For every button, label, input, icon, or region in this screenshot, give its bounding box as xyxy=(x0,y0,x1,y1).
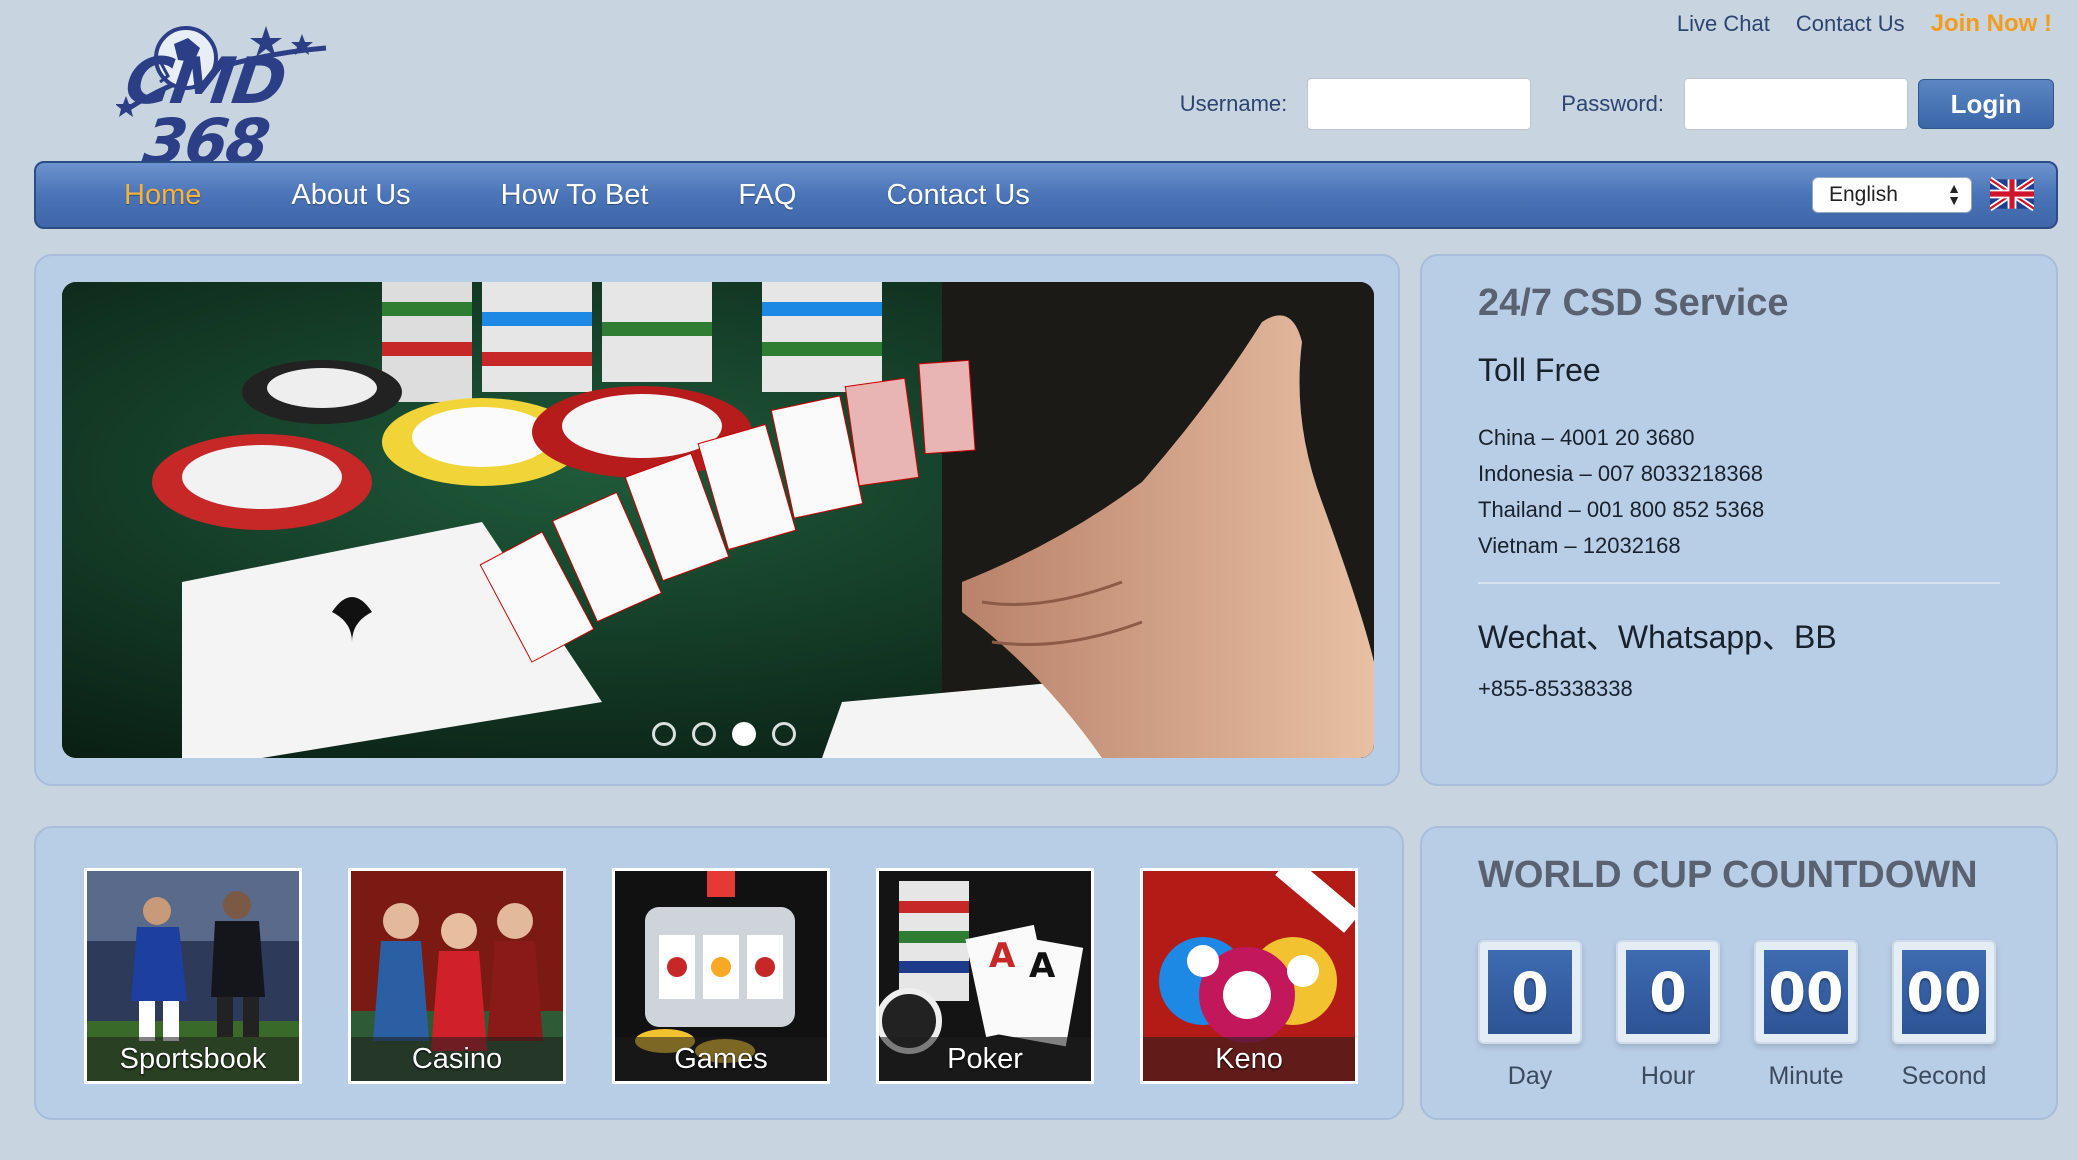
phone-vietnam: Vietnam – 12032168 xyxy=(1478,533,1681,558)
countdown-second-label: Second xyxy=(1901,1062,1987,1090)
countdown-second-value: 00 xyxy=(1902,950,1986,1034)
slider-dot[interactable] xyxy=(652,722,676,746)
logo-wordmark: CMD 368 xyxy=(121,45,289,178)
toll-free-heading: Toll Free xyxy=(1478,352,1601,388)
svg-text:A: A xyxy=(989,936,1016,976)
site-logo[interactable]: CMD 368 xyxy=(66,12,376,178)
countdown-day-label: Day xyxy=(1507,1062,1553,1090)
countdown-title: WORLD CUP COUNTDOWN xyxy=(1478,854,1978,896)
top-links: Live Chat Contact Us Join Now ! xyxy=(1677,10,2052,38)
language-select-value: English xyxy=(1829,183,1898,206)
login-form: Username: Password: Login xyxy=(1180,78,2054,130)
nav-item-contact-us[interactable]: Contact Us xyxy=(886,179,1029,212)
username-input[interactable] xyxy=(1307,78,1532,130)
contact-us-link[interactable]: Contact Us xyxy=(1796,11,1905,37)
service-title: 24/7 CSD Service xyxy=(1478,282,1789,324)
tile-casino[interactable]: Casino xyxy=(348,868,566,1084)
join-now-link[interactable]: Join Now ! xyxy=(1931,10,2052,38)
select-arrows-icon: ▲ ▼ xyxy=(1947,180,1961,208)
tile-label: Keno xyxy=(1143,1037,1355,1081)
world-cup-countdown-panel: WORLD CUP COUNTDOWN 0 Day 0 Hour 00 Minu… xyxy=(1420,826,2058,1120)
slider-dots xyxy=(652,722,796,746)
countdown-day: 0 Day xyxy=(1478,940,1582,1091)
messaging-phone: +855-85338338 xyxy=(1478,676,1633,701)
divider xyxy=(1478,582,2000,584)
casino-chips-cards-illustration xyxy=(62,282,1374,758)
login-button[interactable]: Login xyxy=(1918,79,2054,129)
customer-service-panel: 24/7 CSD Service Toll Free China – 4001 … xyxy=(1420,254,2058,786)
language-select[interactable]: English ▲ ▼ xyxy=(1812,177,1972,213)
password-label: Password: xyxy=(1561,91,1664,116)
countdown-minute-label: Minute xyxy=(1768,1062,1844,1090)
tile-keno[interactable]: Keno xyxy=(1140,868,1358,1084)
slider-dot[interactable] xyxy=(692,722,716,746)
tile-sportsbook[interactable]: Sportsbook xyxy=(84,868,302,1084)
casino-banner-image[interactable] xyxy=(62,282,1374,758)
main-nav: Home About Us How To Bet FAQ Contact Us … xyxy=(34,161,2058,229)
phone-thailand: Thailand – 001 800 852 5368 xyxy=(1478,497,1765,522)
slider-dot[interactable] xyxy=(772,722,796,746)
countdown-hour-value: 0 xyxy=(1626,950,1710,1034)
tile-label: Casino xyxy=(351,1037,563,1081)
phone-indonesia: Indonesia – 007 8033218368 xyxy=(1478,461,1764,486)
nav-item-home[interactable]: Home xyxy=(124,179,201,212)
uk-flag-icon[interactable] xyxy=(1990,177,2034,211)
slider-panel xyxy=(34,254,1400,786)
nav-item-how-to-bet[interactable]: How To Bet xyxy=(501,179,649,212)
slider-dot-active[interactable] xyxy=(732,722,756,746)
countdown-hour: 0 Hour xyxy=(1616,940,1720,1091)
countdown-minute-value: 00 xyxy=(1764,950,1848,1034)
tile-label: Poker xyxy=(879,1037,1091,1081)
countdown-hour-label: Hour xyxy=(1640,1062,1696,1090)
tile-games[interactable]: Games xyxy=(612,868,830,1084)
nav-item-about-us[interactable]: About Us xyxy=(291,179,410,212)
nav-item-faq[interactable]: FAQ xyxy=(738,179,796,212)
countdown-boxes: 0 Day 0 Hour 00 Minute 00 Second xyxy=(1478,940,1996,1091)
username-label: Username: xyxy=(1179,91,1288,116)
password-input[interactable] xyxy=(1684,78,1908,130)
countdown-minute: 00 Minute xyxy=(1754,940,1858,1091)
countdown-second: 00 Second xyxy=(1892,940,1996,1091)
tile-poker[interactable]: A A Poker xyxy=(876,868,1094,1084)
game-categories-panel: Sportsbook Casino Games A A Poker Keno xyxy=(34,826,1404,1120)
tile-label: Sportsbook xyxy=(87,1037,299,1081)
countdown-day-value: 0 xyxy=(1488,950,1572,1034)
svg-text:A: A xyxy=(1029,946,1056,986)
live-chat-link[interactable]: Live Chat xyxy=(1677,11,1770,37)
messaging-heading: Wechat、Whatsapp、BB xyxy=(1478,619,1837,655)
tile-label: Games xyxy=(615,1037,827,1081)
toll-free-numbers: China – 4001 20 3680 Indonesia – 007 803… xyxy=(1478,420,1764,564)
logo-line1: CMD xyxy=(120,45,290,119)
phone-china: China – 4001 20 3680 xyxy=(1478,425,1695,450)
